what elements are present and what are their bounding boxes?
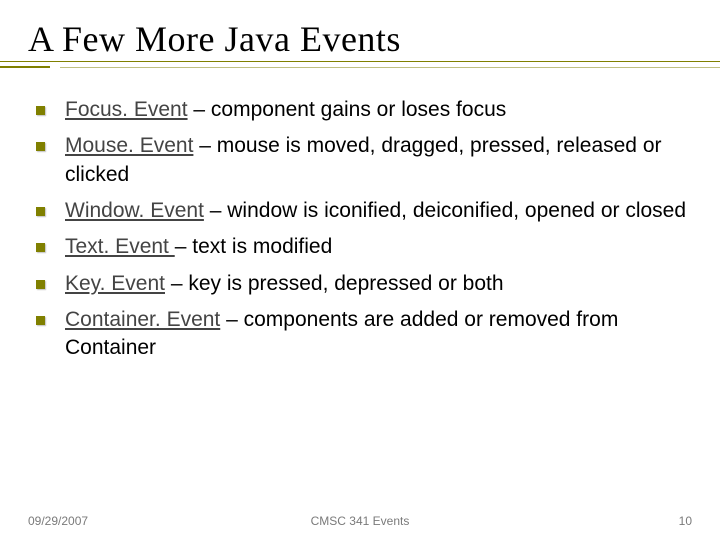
bullet-icon bbox=[36, 243, 45, 252]
item-text: Mouse. Event – mouse is moved, dragged, … bbox=[65, 132, 692, 189]
item-term: Key. Event bbox=[65, 272, 165, 295]
list-item: Window. Event – window is iconified, dei… bbox=[36, 197, 692, 225]
bullet-icon bbox=[36, 106, 45, 115]
bullet-icon bbox=[36, 316, 45, 325]
item-desc: – key is pressed, depressed or both bbox=[165, 272, 504, 295]
bullet-icon bbox=[36, 207, 45, 216]
item-term: Container. Event bbox=[65, 308, 220, 331]
item-text: Focus. Event – component gains or loses … bbox=[65, 96, 692, 124]
title-rule-top bbox=[0, 61, 720, 62]
item-term: Mouse. Event bbox=[65, 134, 193, 157]
title-rule-accent bbox=[0, 66, 50, 68]
list-item: Mouse. Event – mouse is moved, dragged, … bbox=[36, 132, 692, 189]
bullet-list: Focus. Event – component gains or loses … bbox=[36, 96, 692, 363]
item-desc: – component gains or loses focus bbox=[188, 98, 507, 121]
item-text: Text. Event – text is modified bbox=[65, 233, 692, 261]
list-item: Key. Event – key is pressed, depressed o… bbox=[36, 270, 692, 298]
footer-center: CMSC 341 Events bbox=[28, 514, 692, 528]
list-item: Container. Event – components are added … bbox=[36, 306, 692, 363]
title-rule-bottom bbox=[60, 67, 720, 68]
bullet-icon bbox=[36, 142, 45, 151]
item-desc: – text is modified bbox=[175, 235, 333, 258]
item-text: Window. Event – window is iconified, dei… bbox=[65, 197, 692, 225]
item-term: Text. Event bbox=[65, 235, 175, 258]
title-area: A Few More Java Events bbox=[28, 18, 692, 68]
item-text: Container. Event – components are added … bbox=[65, 306, 692, 363]
content-area: Focus. Event – component gains or loses … bbox=[28, 96, 692, 363]
item-text: Key. Event – key is pressed, depressed o… bbox=[65, 270, 692, 298]
list-item: Focus. Event – component gains or loses … bbox=[36, 96, 692, 124]
slide: A Few More Java Events Focus. Event – co… bbox=[0, 0, 720, 540]
item-desc: – window is iconified, deiconified, open… bbox=[204, 199, 686, 222]
item-term: Focus. Event bbox=[65, 98, 188, 121]
bullet-icon bbox=[36, 280, 45, 289]
list-item: Text. Event – text is modified bbox=[36, 233, 692, 261]
item-term: Window. Event bbox=[65, 199, 204, 222]
slide-title: A Few More Java Events bbox=[28, 18, 692, 60]
footer: 09/29/2007 CMSC 341 Events 10 bbox=[28, 514, 692, 528]
